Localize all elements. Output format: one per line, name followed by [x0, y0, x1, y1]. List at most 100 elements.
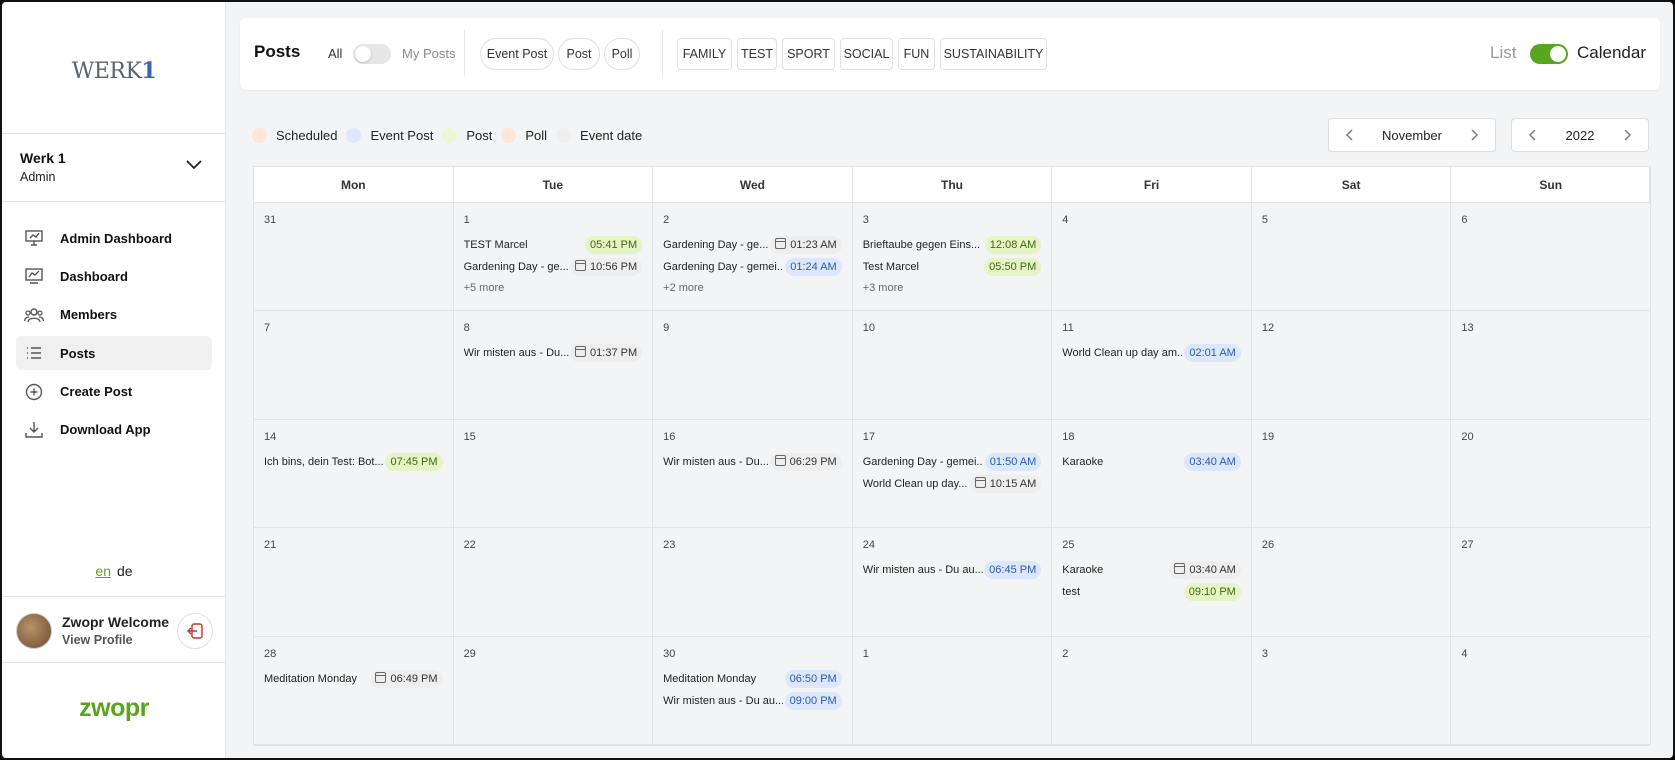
- chevron-down-icon[interactable]: [185, 159, 203, 171]
- calendar-event[interactable]: World Clean up day am... 02:01 AM: [1062, 344, 1241, 363]
- sidebar-nav: Admin Dashboard Dashboard Members Posts …: [16, 221, 212, 451]
- tag-sport[interactable]: SPORT: [782, 38, 835, 70]
- event-time-badge: 02:01 AM: [1184, 344, 1241, 363]
- calendar-view-label[interactable]: Calendar: [1577, 43, 1646, 63]
- calendar-day-cell[interactable]: 14 Ich bins, dein Test: Bot... 07:45 PM: [254, 419, 454, 529]
- calendar-event[interactable]: Gardening Day - gemei... 01:24 AM: [663, 258, 842, 276]
- calendar-day-cell[interactable]: 13: [1451, 311, 1651, 420]
- calendar-day-cell[interactable]: 4: [1451, 636, 1651, 745]
- day-number: 4: [1062, 214, 1069, 226]
- calendar-event[interactable]: Wir misten aus - Du au... 06:45 PM: [862, 561, 1042, 580]
- calendar-day-cell[interactable]: 22: [453, 528, 654, 637]
- lang-en-link[interactable]: en: [95, 563, 111, 579]
- calendar-day-cell[interactable]: 10: [852, 311, 1053, 420]
- tag-sustainability[interactable]: SUSTAINABILITY: [940, 38, 1047, 70]
- calendar-day-cell[interactable]: 2 Gardening Day - ge... 01:23 AM Gardening …: [653, 203, 853, 312]
- day-number: 28: [264, 647, 277, 660]
- calendar-event[interactable]: Test Marcel 05:50 PM: [863, 258, 1042, 276]
- calendar-event[interactable]: Karaoke 03:40 AM: [1062, 561, 1241, 580]
- calendar-day-cell[interactable]: 1: [852, 636, 1053, 745]
- tag-test[interactable]: TEST: [737, 38, 777, 70]
- calendar-event[interactable]: Ich bins, dein Test: Bot... 07:45 PM: [264, 452, 443, 471]
- calendar-day-cell[interactable]: 27: [1451, 528, 1651, 637]
- calendar-day-cell[interactable]: 24 Wir misten aus - Du au... 06:45 PM: [852, 528, 1053, 637]
- calendar-day-cell[interactable]: 23: [653, 528, 853, 637]
- calendar-event[interactable]: Karaoke 03:40 AM: [1062, 452, 1241, 471]
- calendar-day-cell[interactable]: 19: [1251, 419, 1452, 529]
- calendar-day-cell[interactable]: 25 Karaoke 03:40 AM test 09:10 PM: [1052, 528, 1252, 637]
- more-events-link[interactable]: +2 more: [663, 282, 704, 294]
- filter-post[interactable]: Post: [558, 38, 600, 70]
- calendar-day-cell[interactable]: 12: [1251, 311, 1452, 420]
- calendar-day-cell[interactable]: 11 World Clean up day am... 02:01 AM: [1052, 311, 1252, 420]
- werk1-logo[interactable]: WERK1: [2, 58, 226, 84]
- sidebar: WERK1 Werk 1 Admin Admin Dashboard Dashb…: [2, 2, 226, 758]
- calendar-event[interactable]: Wir misten aus - Du... 01:37 PM: [464, 344, 643, 363]
- calendar-event[interactable]: World Clean up day... 10:15 AM: [863, 474, 1042, 493]
- calendar-day-cell[interactable]: 2: [1052, 636, 1252, 745]
- tag-fun[interactable]: FUN: [898, 38, 935, 70]
- calendar-event[interactable]: Meditation Monday 06:49 PM: [264, 669, 443, 688]
- filter-poll[interactable]: Poll: [604, 38, 640, 70]
- filter-event-post[interactable]: Event Post: [480, 38, 554, 70]
- sidebar-item-dashboard[interactable]: Dashboard: [16, 259, 212, 293]
- calendar-day-cell[interactable]: 21: [254, 528, 454, 637]
- calendar-day-cell[interactable]: 15: [453, 419, 654, 529]
- calendar-event[interactable]: Brieftaube gegen Eins... 12:08 AM: [863, 236, 1042, 254]
- tag-social[interactable]: SOCIAL: [840, 38, 893, 70]
- sidebar-item-members[interactable]: Members: [16, 298, 212, 332]
- chevron-right-icon[interactable]: [1469, 129, 1479, 141]
- calendar-day-cell[interactable]: 7: [254, 311, 454, 420]
- day-number: 10: [862, 322, 875, 335]
- more-events-link[interactable]: +3 more: [863, 282, 904, 294]
- calendar-event[interactable]: Gardening Day - ge... 10:56 PM: [464, 258, 643, 276]
- calendar-day-cell[interactable]: 30 Meditation Monday 06:50 PM Wir misten au…: [653, 636, 853, 745]
- day-number: 1: [862, 647, 869, 660]
- calendar-event[interactable]: test 09:10 PM: [1062, 583, 1241, 602]
- calendar-day-cell[interactable]: 3 Brieftaube gegen Eins... 12:08 AM Test Ma…: [852, 203, 1053, 312]
- calendar-event[interactable]: Gardening Day - gemei... 01:50 AM: [863, 452, 1042, 471]
- lang-de-link[interactable]: de: [117, 563, 133, 579]
- calendar-event[interactable]: Wir misten aus - Du... 06:29 PM: [663, 452, 842, 471]
- tag-family[interactable]: FAMILY: [677, 38, 732, 70]
- day-number: 26: [1261, 539, 1275, 552]
- calendar-day-cell[interactable]: 17 Gardening Day - gemei... 01:50 AM World …: [852, 419, 1053, 529]
- calendar-day-cell[interactable]: 29: [453, 636, 654, 745]
- chevron-right-icon[interactable]: [1622, 129, 1632, 141]
- divider: [2, 201, 226, 202]
- sidebar-item-posts[interactable]: Posts: [16, 336, 212, 371]
- calendar-day-cell[interactable]: 9: [653, 311, 853, 420]
- event-time: 05:41 PM: [590, 239, 638, 251]
- sidebar-item-admin-dashboard[interactable]: Admin Dashboard: [16, 221, 212, 255]
- my-posts-toggle[interactable]: [353, 44, 391, 64]
- calendar-day-cell[interactable]: 3: [1251, 636, 1452, 745]
- calendar-day-cell[interactable]: 8 Wir misten aus - Du... 01:37 PM: [453, 311, 654, 420]
- calendar-event[interactable]: Meditation Monday 06:50 PM: [663, 669, 842, 688]
- sidebar-item-create-post[interactable]: Create Post: [16, 375, 212, 409]
- calendar-day-cell[interactable]: 5: [1251, 203, 1452, 312]
- calendar-day-cell[interactable]: 18 Karaoke 03:40 AM: [1052, 419, 1252, 529]
- sidebar-item-download-app[interactable]: Download App: [16, 413, 212, 447]
- calendar-event[interactable]: TEST Marcel 05:41 PM: [464, 236, 643, 254]
- calendar-day-cell[interactable]: 6: [1451, 203, 1651, 312]
- calendar-view-toggle[interactable]: [1530, 44, 1568, 64]
- view-profile-link[interactable]: View Profile: [62, 633, 133, 647]
- calendar-day-cell[interactable]: 16 Wir misten aus - Du... 06:29 PM: [653, 419, 853, 529]
- list-view-label[interactable]: List: [1490, 43, 1516, 63]
- organization-switcher[interactable]: Werk 1 Admin: [20, 150, 66, 184]
- calendar-day-cell[interactable]: 1 TEST Marcel 05:41 PM Gardening Day - ge..…: [453, 203, 654, 312]
- calendar-day-cell[interactable]: 31: [254, 203, 454, 312]
- more-events-link[interactable]: +5 more: [464, 282, 505, 294]
- calendar-day-cell[interactable]: 28 Meditation Monday 06:49 PM: [254, 636, 454, 745]
- event-time: 07:45 PM: [390, 455, 438, 468]
- day-number: 31: [264, 214, 277, 226]
- logout-button[interactable]: [177, 613, 213, 649]
- calendar-day-cell[interactable]: 4: [1052, 203, 1252, 312]
- calendar-event[interactable]: Gardening Day - ge... 01:23 AM: [663, 236, 842, 254]
- calendar-event[interactable]: Wir misten aus - Du au... 09:00 PM: [663, 691, 842, 710]
- calendar-day-cell[interactable]: 26: [1251, 528, 1452, 637]
- event-time-badge: 06:29 PM: [769, 452, 842, 471]
- event-title: Wir misten aus - Du au...: [862, 564, 983, 577]
- avatar[interactable]: [16, 613, 52, 649]
- calendar-day-cell[interactable]: 20: [1451, 419, 1651, 529]
